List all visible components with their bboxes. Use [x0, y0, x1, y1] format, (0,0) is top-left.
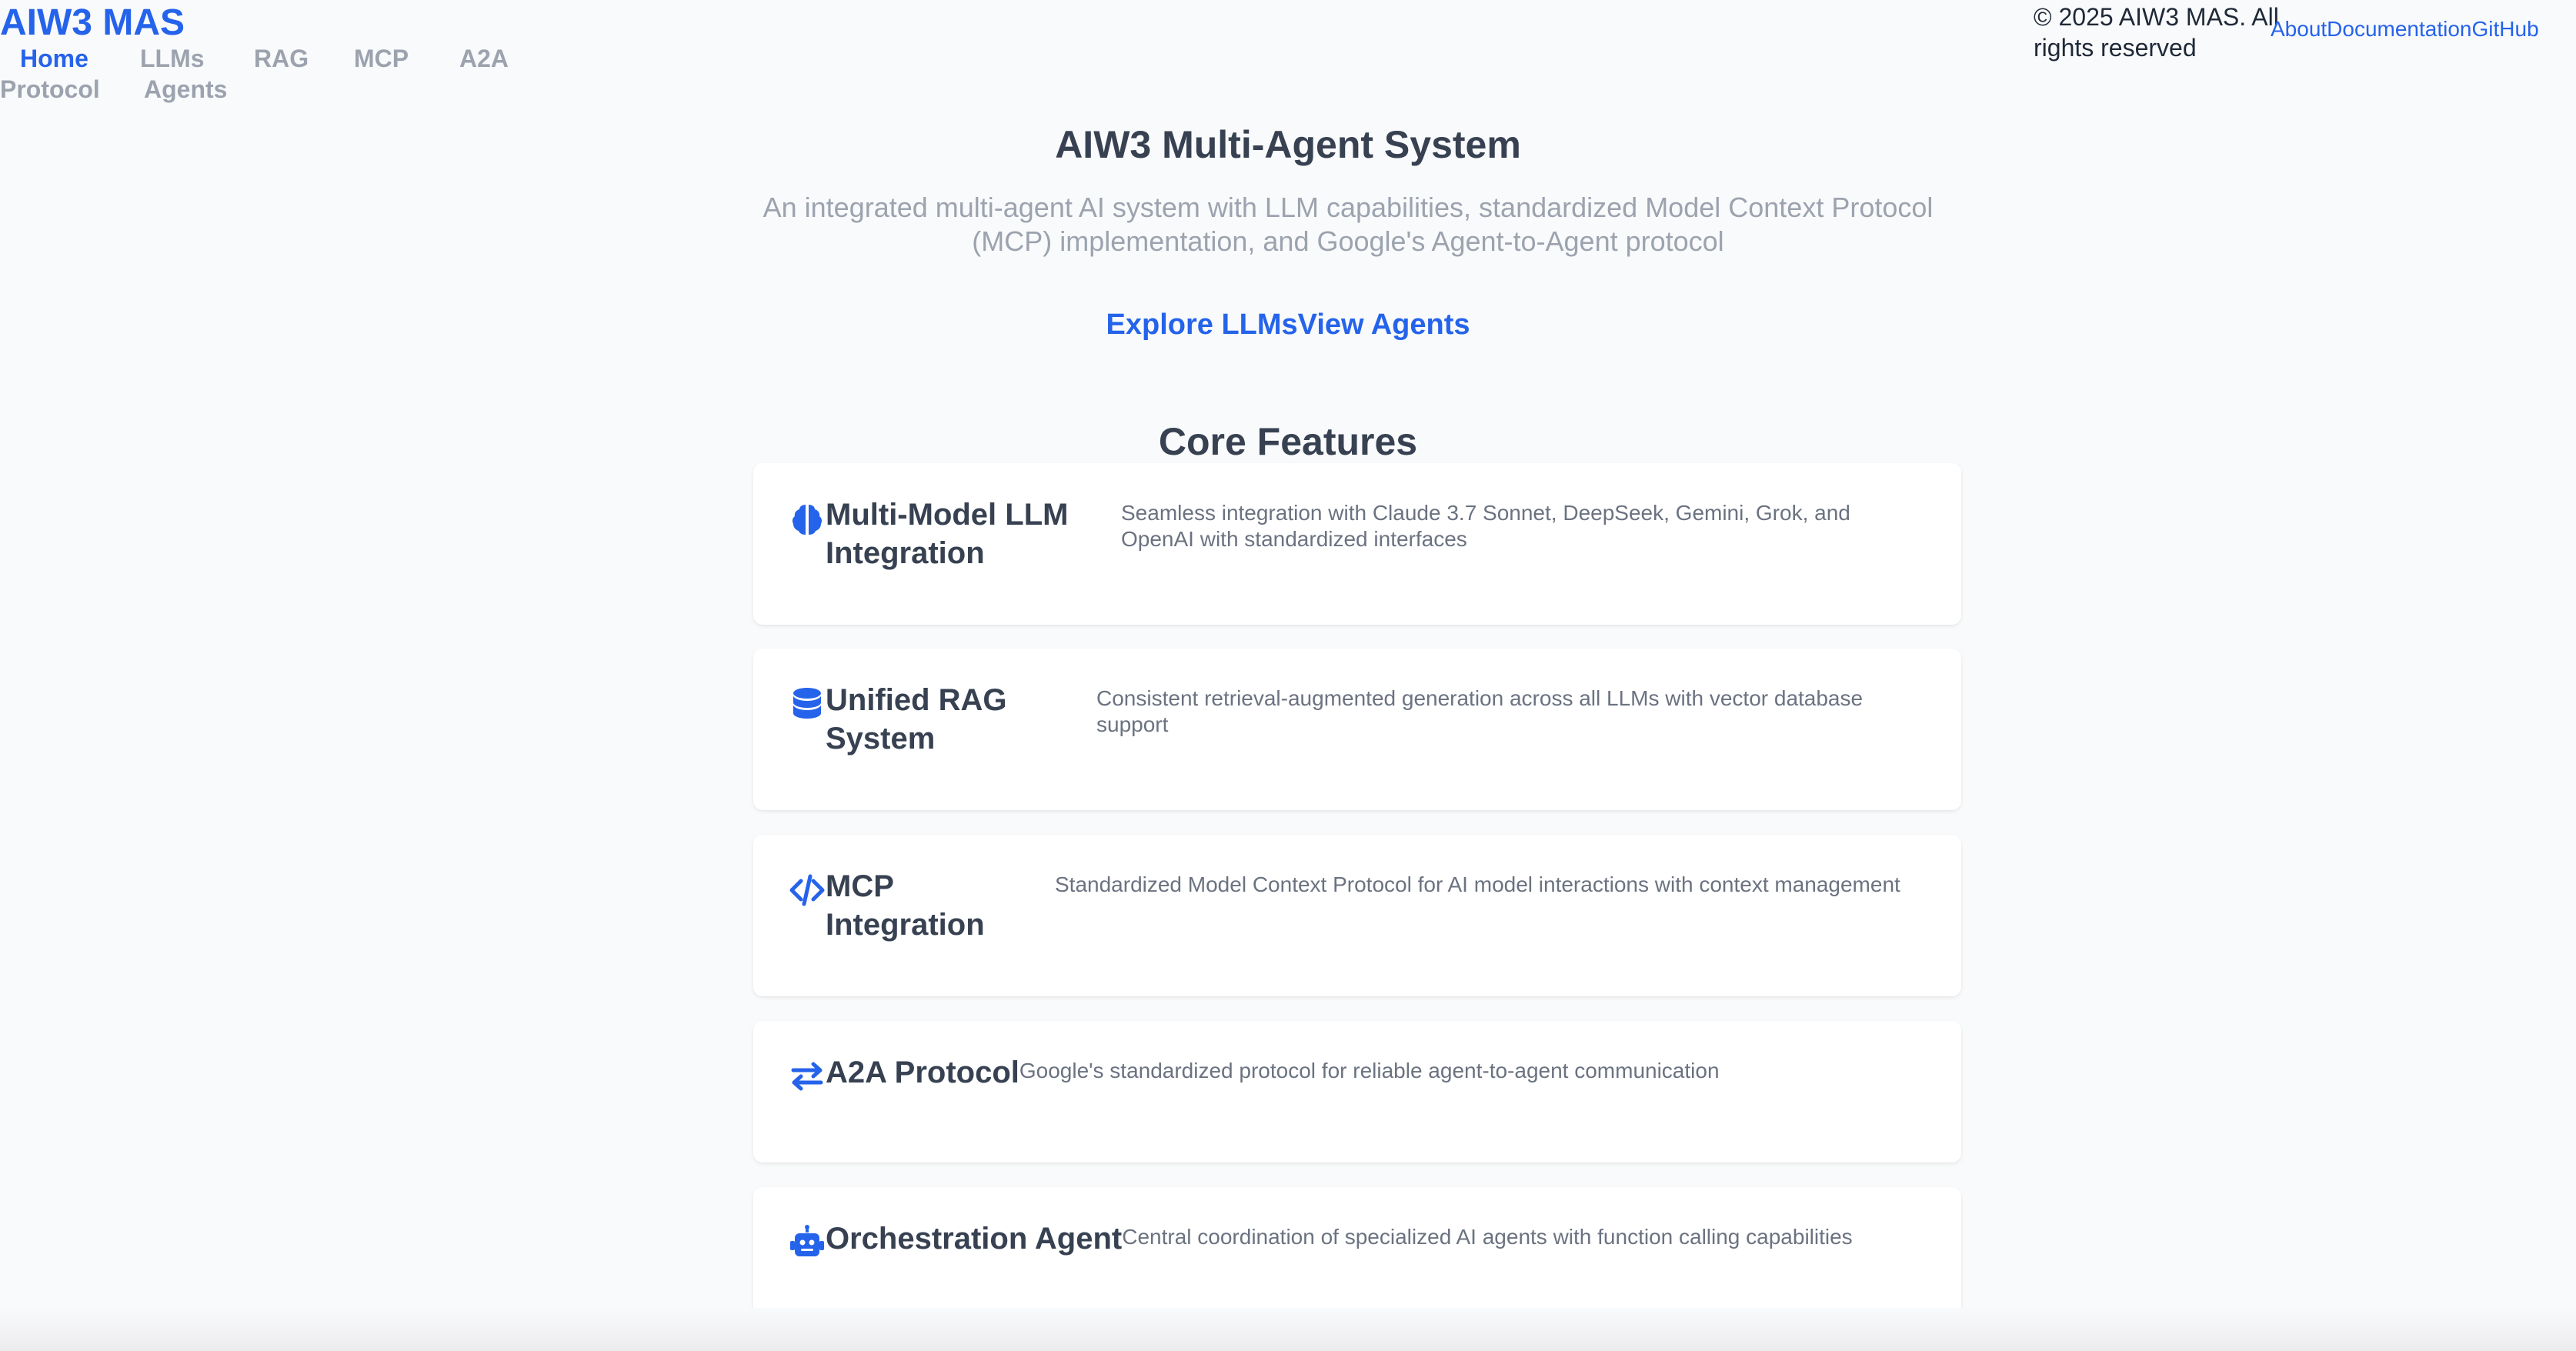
- nav-agents-label: Agents: [144, 75, 228, 103]
- github-link[interactable]: GitHub: [2472, 17, 2539, 41]
- feature-description: Seamless integration with Claude 3.7 Son…: [1121, 501, 1850, 551]
- feature-title: A2A Protocol: [826, 1056, 1019, 1089]
- core-features-heading: Core Features: [1158, 420, 1418, 463]
- nav-home-label: Home: [20, 45, 88, 72]
- explore-llms-link[interactable]: Explore LLMs: [1106, 309, 1298, 341]
- copyright-text: © 2025 AIW3 MAS. All rights reserved: [2034, 3, 2279, 62]
- nav-a2a-protocol-label: Protocol: [0, 75, 100, 103]
- feature-card-llm: Multi-Model LLM Integration Seamless int…: [753, 463, 1961, 625]
- nav-llms-label: LLMs: [140, 45, 205, 72]
- hero-cta: Explore LLMsView Agents: [0, 306, 2576, 343]
- nav-a2a-protocol-line[interactable]: Protocol: [0, 74, 100, 105]
- feature-title: MCP Integration: [826, 869, 985, 942]
- hero-title: AIW3 Multi-Agent System: [1055, 123, 1521, 166]
- feature-title-wrap: Multi-Model LLM Integration: [826, 495, 1121, 572]
- feature-card-a2a: A2A Protocol Google's standardized proto…: [753, 1021, 1961, 1163]
- documentation-link[interactable]: Documentation: [2327, 17, 2471, 41]
- feature-title: Orchestration Agent: [826, 1222, 1123, 1256]
- feature-title-wrap: A2A Protocol: [826, 1053, 1019, 1092]
- feature-title: Multi-Model LLM Integration: [826, 498, 1069, 570]
- feature-card-rag: Unified RAG System Consistent retrieval-…: [753, 649, 1961, 810]
- feature-description: Central coordination of specialized AI a…: [1122, 1225, 1853, 1249]
- nav-llms-agents[interactable]: LLMs: [140, 43, 240, 74]
- nav-a2a-label: A2A: [459, 45, 509, 72]
- nav-agents-line[interactable]: Agents: [144, 74, 227, 105]
- feature-title-wrap: Orchestration Agent: [826, 1219, 1122, 1258]
- nav-a2a[interactable]: A2A: [459, 43, 509, 74]
- nav-mcp-label: MCP: [354, 45, 409, 72]
- feature-title-wrap: MCP Integration: [826, 867, 1055, 944]
- bottom-edge-fade: [0, 1308, 2576, 1351]
- footer-links: AboutDocumentationGitHub: [2271, 15, 2539, 43]
- nav-home[interactable]: Home: [20, 43, 88, 74]
- brand-logo[interactable]: AIW3 MAS: [0, 2, 185, 45]
- feature-title: Unified RAG System: [826, 683, 1007, 756]
- database-icon: [789, 686, 826, 722]
- main-nav: Home LLMs RAG MCP A2A Protocol Agents: [0, 43, 539, 108]
- feature-title-wrap: Unified RAG System: [826, 681, 1096, 758]
- brain-icon: [789, 500, 826, 537]
- feature-description: Google's standardized protocol for relia…: [1019, 1059, 1720, 1082]
- feature-description: Consistent retrieval-augmented generatio…: [1096, 686, 1864, 736]
- about-link[interactable]: About: [2271, 17, 2327, 41]
- feature-description: Standardized Model Context Protocol for …: [1055, 872, 1900, 896]
- nav-rag[interactable]: RAG: [254, 43, 309, 74]
- robot-icon: [789, 1224, 826, 1261]
- nav-rag-label: RAG: [254, 45, 309, 72]
- feature-card-mcp: MCP Integration Standardized Model Conte…: [753, 835, 1961, 996]
- nav-mcp[interactable]: MCP: [354, 43, 409, 74]
- view-agents-link[interactable]: View Agents: [1298, 309, 1470, 341]
- hero-subtitle: An integrated multi-agent AI system with…: [762, 192, 1934, 257]
- exchange-arrows-icon: [789, 1058, 826, 1095]
- code-icon: [789, 872, 826, 909]
